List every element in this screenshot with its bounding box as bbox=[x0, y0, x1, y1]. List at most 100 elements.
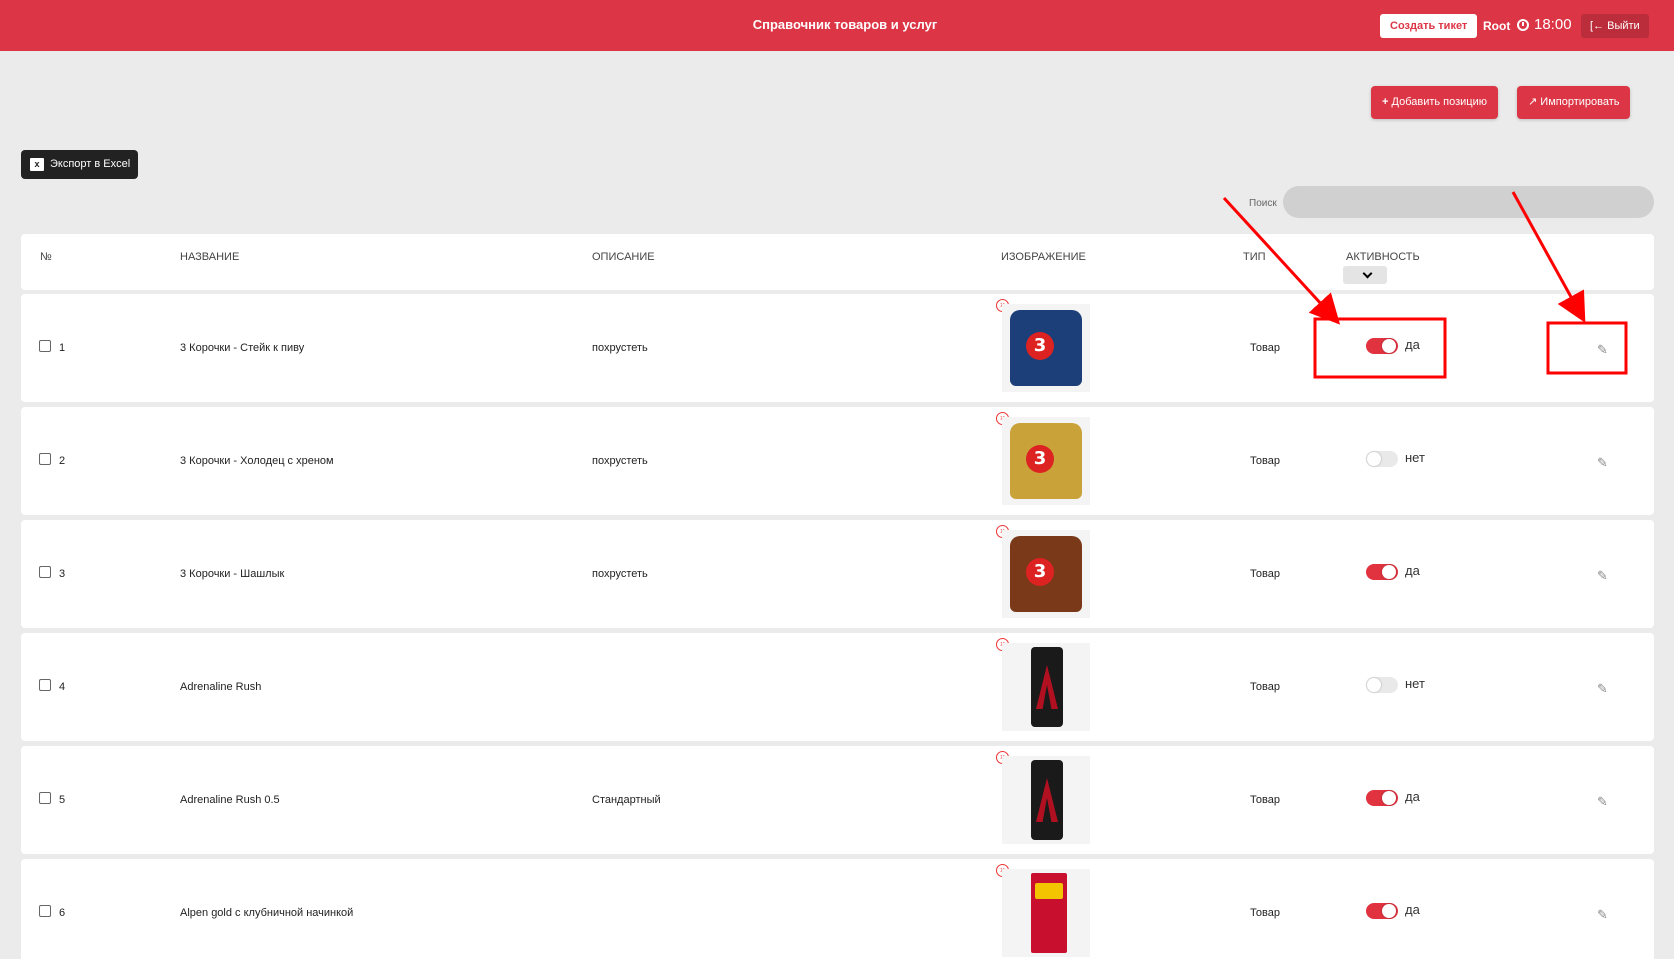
pencil-icon[interactable]: ✎ bbox=[1597, 343, 1611, 357]
product-image bbox=[1002, 869, 1090, 957]
clock: 18:00 bbox=[1517, 16, 1572, 33]
activity-toggle[interactable] bbox=[1366, 564, 1398, 580]
search-label: Поиск bbox=[1249, 198, 1277, 209]
can-logo bbox=[1036, 665, 1058, 709]
row-checkbox[interactable] bbox=[39, 453, 51, 465]
pack-logo: 3 bbox=[1026, 332, 1054, 360]
toggle-knob bbox=[1382, 339, 1396, 353]
pack-logo: 3 bbox=[1026, 558, 1054, 586]
toggle-knob bbox=[1382, 791, 1396, 805]
can-logo bbox=[1036, 778, 1058, 822]
table-row: 33 Корочки - Шашлыкпохрустеть×3Товарда✎ bbox=[21, 520, 1654, 628]
product-description: похрустеть bbox=[592, 455, 648, 467]
product-name: 3 Корочки - Шашлык bbox=[180, 568, 285, 580]
user-name: Root bbox=[1483, 19, 1511, 33]
row-checkbox[interactable] bbox=[39, 792, 51, 804]
product-can-graphic bbox=[1031, 760, 1063, 840]
plus-icon: + bbox=[1382, 96, 1389, 108]
toggle-knob bbox=[1367, 452, 1381, 466]
pack-logo: 3 bbox=[1026, 445, 1054, 473]
chocolate-logo bbox=[1035, 883, 1063, 899]
search-input[interactable] bbox=[1283, 186, 1654, 218]
activity-filter-select[interactable] bbox=[1343, 266, 1387, 284]
import-button[interactable]: ↗ Импортировать bbox=[1517, 86, 1631, 119]
row-checkbox[interactable] bbox=[39, 679, 51, 691]
product-description: похрустеть bbox=[592, 342, 648, 354]
logout-button[interactable]: [← Выйти bbox=[1581, 14, 1649, 38]
activity-label: да bbox=[1405, 789, 1420, 804]
product-type: Товар bbox=[1250, 907, 1280, 919]
logout-label: Выйти bbox=[1607, 20, 1640, 32]
product-image bbox=[1002, 643, 1090, 731]
pencil-icon[interactable]: ✎ bbox=[1597, 795, 1611, 809]
pencil-icon[interactable]: ✎ bbox=[1597, 569, 1611, 583]
toggle-knob bbox=[1382, 565, 1396, 579]
product-pack-graphic: 3 bbox=[1010, 423, 1082, 499]
add-position-label: Добавить позицию bbox=[1391, 96, 1488, 108]
activity-label: да bbox=[1405, 902, 1420, 917]
top-bar: Справочник товаров и услуг Создать тикет… bbox=[0, 0, 1674, 51]
activity-toggle[interactable] bbox=[1366, 790, 1398, 806]
activity-label: нет bbox=[1405, 676, 1425, 691]
table-row: 4Adrenaline Rush×Товарнет✎ bbox=[21, 633, 1654, 741]
row-checkbox[interactable] bbox=[39, 340, 51, 352]
product-image: 3 bbox=[1002, 530, 1090, 618]
export-excel-label: Экспорт в Excel bbox=[50, 158, 131, 170]
product-pack-graphic: 3 bbox=[1010, 536, 1082, 612]
row-number: 4 bbox=[59, 681, 66, 693]
column-header-name: НАЗВАНИЕ bbox=[180, 251, 240, 263]
column-header-image: ИЗОБРАЖЕНИЕ bbox=[1001, 251, 1086, 263]
product-type: Товар bbox=[1250, 681, 1280, 693]
product-name: 3 Корочки - Холодец с хреном bbox=[180, 455, 334, 467]
product-type: Товар bbox=[1250, 794, 1280, 806]
create-ticket-button[interactable]: Создать тикет bbox=[1380, 14, 1478, 38]
column-header-description: ОПИСАНИЕ bbox=[592, 251, 655, 263]
row-number: 1 bbox=[59, 342, 66, 354]
toggle-knob bbox=[1367, 678, 1381, 692]
column-header-num: № bbox=[40, 251, 52, 263]
table-row: 6Alpen gold с клубничной начинкой×Товард… bbox=[21, 859, 1654, 959]
clock-time: 18:00 bbox=[1534, 16, 1572, 33]
table-row: 5Adrenaline Rush 0.5Стандартный×Товарда✎ bbox=[21, 746, 1654, 854]
activity-label: нет bbox=[1405, 450, 1425, 465]
product-can-graphic bbox=[1031, 647, 1063, 727]
row-number: 6 bbox=[59, 907, 66, 919]
product-name: 3 Корочки - Стейк к пиву bbox=[180, 342, 305, 354]
product-type: Товар bbox=[1250, 568, 1280, 580]
product-description: похрустеть bbox=[592, 568, 648, 580]
activity-toggle[interactable] bbox=[1366, 903, 1398, 919]
product-image: 3 bbox=[1002, 417, 1090, 505]
pencil-icon[interactable]: ✎ bbox=[1597, 908, 1611, 922]
column-header-activity: АКТИВНОСТЬ bbox=[1346, 251, 1420, 263]
row-checkbox[interactable] bbox=[39, 905, 51, 917]
pencil-icon[interactable]: ✎ bbox=[1597, 456, 1611, 470]
excel-icon: x bbox=[30, 158, 44, 171]
product-image bbox=[1002, 756, 1090, 844]
clock-icon bbox=[1517, 18, 1529, 31]
table-row: 23 Корочки - Холодец с хреномпохрустеть×… bbox=[21, 407, 1654, 515]
pencil-icon[interactable]: ✎ bbox=[1597, 682, 1611, 696]
row-number: 2 bbox=[59, 455, 66, 467]
activity-toggle[interactable] bbox=[1366, 338, 1398, 354]
product-type: Товар bbox=[1250, 455, 1280, 467]
activity-label: да bbox=[1405, 337, 1420, 352]
table-header: № НАЗВАНИЕ ОПИСАНИЕ ИЗОБРАЖЕНИЕ ТИП АКТИ… bbox=[21, 234, 1654, 290]
sign-out-icon: [← bbox=[1590, 20, 1605, 32]
activity-toggle[interactable] bbox=[1366, 451, 1398, 467]
activity-toggle[interactable] bbox=[1366, 677, 1398, 693]
column-header-type: ТИП bbox=[1243, 251, 1266, 263]
row-checkbox[interactable] bbox=[39, 566, 51, 578]
product-type: Товар bbox=[1250, 342, 1280, 354]
product-pack-graphic: 3 bbox=[1010, 310, 1082, 386]
export-excel-button[interactable]: x Экспорт в Excel bbox=[21, 150, 139, 179]
product-description: Стандартный bbox=[592, 794, 661, 806]
import-label: Импортировать bbox=[1540, 96, 1620, 108]
table-row: 13 Корочки - Стейк к пивупохрустеть×3Тов… bbox=[21, 294, 1654, 402]
row-number: 5 bbox=[59, 794, 66, 806]
activity-label: да bbox=[1405, 563, 1420, 578]
row-number: 3 bbox=[59, 568, 66, 580]
add-position-button[interactable]: + Добавить позицию bbox=[1371, 86, 1499, 119]
product-name: Adrenaline Rush bbox=[180, 681, 262, 693]
product-name: Adrenaline Rush 0.5 bbox=[180, 794, 280, 806]
toggle-knob bbox=[1382, 904, 1396, 918]
